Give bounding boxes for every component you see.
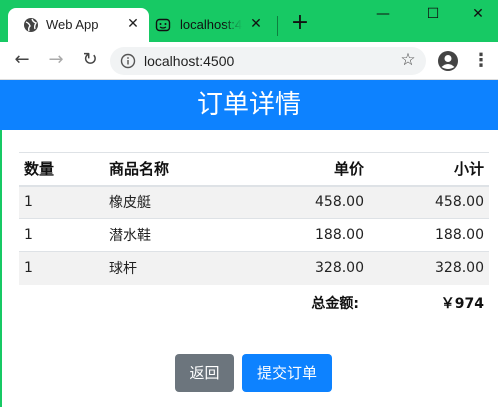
table-row: 1 球杆 328.00 328.00	[19, 251, 489, 285]
new-tab-icon[interactable]: +	[289, 12, 311, 35]
header-subtotal: 小计	[369, 152, 489, 187]
tab-divider	[277, 16, 278, 36]
cell-price: 188.00	[239, 218, 369, 252]
url-text: localhost:4500	[144, 53, 235, 69]
cell-qty: 1	[19, 218, 104, 252]
tab-web-app[interactable]: Web App ✕	[8, 8, 149, 42]
header-name: 商品名称	[104, 152, 239, 187]
cell-qty: 1	[19, 251, 104, 285]
app-favicon-icon	[155, 17, 171, 33]
close-icon[interactable]: ✕	[248, 16, 264, 32]
info-icon[interactable]	[120, 53, 136, 69]
order-details-page: 数量 商品名称 单价 小计 1 橡皮艇 458.00 458.00 1 潜水鞋 …	[0, 130, 498, 407]
maximize-icon[interactable]: ☐	[410, 0, 456, 30]
page-title: 订单详情	[0, 80, 498, 130]
tab-localhost[interactable]: localhost:4000 ✕	[152, 8, 276, 42]
total-amount: ￥974	[440, 296, 484, 312]
cell-name: 球杆	[104, 251, 239, 285]
table-row: 1 橡皮艇 458.00 458.00	[19, 185, 489, 219]
tab-title: localhost:4000	[180, 17, 242, 32]
profile-avatar-icon[interactable]	[437, 50, 459, 72]
globe-icon	[23, 17, 39, 33]
cell-subtotal: 328.00	[369, 251, 489, 285]
browser-toolbar: ← → ↻ localhost:4500 ☆ ⋮	[0, 42, 498, 80]
cell-qty: 1	[19, 185, 104, 219]
forward-arrow-icon[interactable]: →	[44, 49, 68, 73]
cell-name: 潜水鞋	[104, 218, 239, 252]
table-row: 1 潜水鞋 188.00 188.00	[19, 218, 489, 252]
reload-icon[interactable]: ↻	[78, 49, 102, 73]
minimize-icon[interactable]: —	[360, 0, 406, 30]
bookmark-star-icon[interactable]: ☆	[398, 50, 418, 70]
order-table: 数量 商品名称 单价 小计 1 橡皮艇 458.00 458.00 1 潜水鞋 …	[19, 152, 489, 285]
cell-subtotal: 458.00	[369, 185, 489, 219]
total-label: 总金额:	[311, 296, 359, 312]
cell-subtotal: 188.00	[369, 218, 489, 252]
cell-price: 458.00	[239, 185, 369, 219]
cell-name: 橡皮艇	[104, 185, 239, 219]
browser-tab-strip: Web App ✕ localhost:4000 ✕ + — ☐ ✕	[0, 0, 498, 42]
kebab-menu-icon[interactable]: ⋮	[472, 50, 490, 72]
table-header-row: 数量 商品名称 单价 小计	[19, 152, 489, 187]
address-bar[interactable]: localhost:4500 ☆	[110, 47, 426, 75]
window-close-icon[interactable]: ✕	[455, 0, 498, 30]
header-price: 单价	[239, 152, 369, 187]
header-qty: 数量	[19, 152, 104, 187]
tab-title: Web App	[46, 17, 99, 32]
close-icon[interactable]: ✕	[125, 16, 141, 32]
back-button[interactable]: 返回	[175, 354, 234, 392]
submit-order-button[interactable]: 提交订单	[242, 354, 332, 392]
back-arrow-icon[interactable]: ←	[10, 49, 34, 73]
cell-price: 328.00	[239, 251, 369, 285]
